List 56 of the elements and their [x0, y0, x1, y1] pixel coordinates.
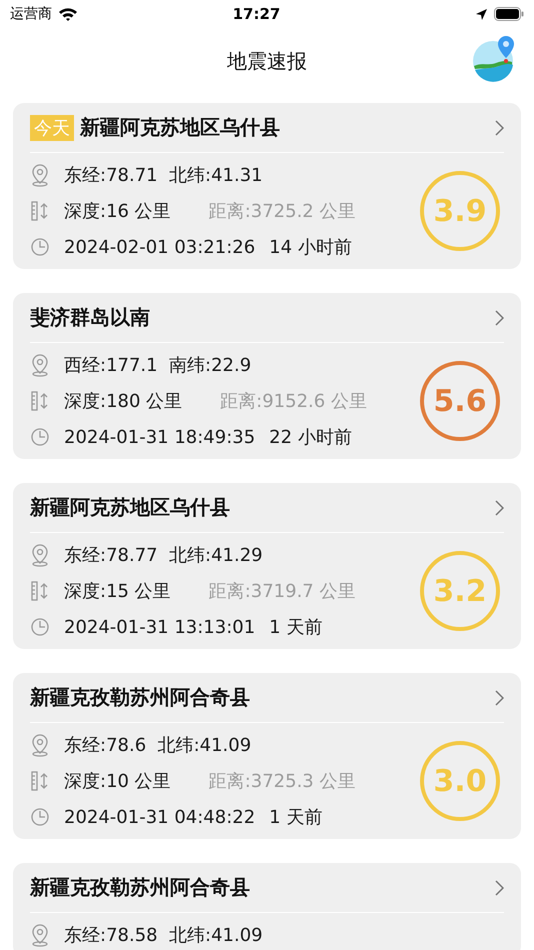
magnitude: 3.0: [433, 764, 487, 798]
quake-location: 新疆克孜勒苏州阿合奇县: [30, 684, 251, 711]
page-title: 地震速报: [227, 48, 307, 75]
wifi-icon: [58, 7, 78, 21]
time-ago: 14 小时前: [269, 236, 352, 259]
quake-time: 2024-01-31 04:48:22: [64, 806, 256, 828]
distance: 距离:3725.2 公里: [208, 200, 356, 223]
distance: 距离:3725.3 公里: [208, 770, 356, 793]
time-ago: 1 天前: [269, 806, 322, 829]
depth-ruler-icon: [30, 769, 50, 793]
earthquake-card[interactable]: 斐济群岛以南 西经:177.1 南纬:22.9 深度:180 公里 距离:9152.6 公里 2024-01-31 18:49:35 22 小时前 5.6: [13, 293, 521, 459]
location-pin-icon: [30, 733, 50, 757]
location-arrow-icon: [475, 8, 488, 20]
coordinates: 东经:78.6 北纬:41.09: [64, 734, 252, 757]
earthquake-card[interactable]: 今天 新疆阿克苏地区乌什县 东经:78.71 北纬:41.31 深度:16 公里 距离:3725.2 公里 2024-02-01 03:21:26 14 小时前 3.9: [13, 103, 521, 269]
coordinates: 东经:78.58 北纬:41.09: [64, 924, 263, 947]
depth: 深度:180 公里: [64, 390, 182, 413]
depth: 深度:15 公里: [64, 580, 171, 603]
quake-time: 2024-02-01 03:21:26: [64, 236, 256, 258]
time-ago: 1 天前: [269, 616, 322, 639]
quake-location: 新疆阿克苏地区乌什县: [30, 494, 231, 521]
chevron-right-icon: [494, 880, 504, 896]
location-pin-icon: [30, 543, 50, 567]
depth-ruler-icon: [30, 389, 50, 413]
depth-ruler-icon: [30, 199, 50, 223]
distance: 距离:9152.6 公里: [220, 390, 367, 413]
today-badge: 今天: [30, 114, 74, 140]
earthquake-card[interactable]: 新疆克孜勒苏州阿合奇县 东经:78.6 北纬:41.09 深度:10 公里 距离:3725.3 公里 2024-01-31 04:48:22 1 天前 3.0: [13, 673, 521, 839]
coordinates: 西经:177.1 南纬:22.9: [64, 354, 252, 377]
chevron-right-icon: [494, 310, 504, 326]
magnitude: 3.9: [433, 194, 487, 228]
coordinates: 东经:78.71 北纬:41.31: [64, 164, 263, 187]
quake-time: 2024-01-31 13:13:01: [64, 616, 256, 638]
quake-location: 新疆克孜勒苏州阿合奇县: [30, 874, 251, 901]
earthquake-card[interactable]: 新疆克孜勒苏州阿合奇县 东经:78.58 北纬:41.09: [13, 863, 521, 950]
quake-time: 2024-01-31 18:49:35: [64, 426, 256, 448]
location-pin-icon: [30, 353, 50, 377]
location-pin-icon: [30, 163, 50, 187]
magnitude: 5.6: [433, 384, 487, 418]
quake-location: 斐济群岛以南: [30, 304, 151, 331]
earthquake-card[interactable]: 新疆阿克苏地区乌什县 东经:78.77 北纬:41.29 深度:15 公里 距离:3719.7 公里 2024-01-31 13:13:01 1 天前 3.2: [13, 483, 521, 649]
chevron-right-icon: [494, 690, 504, 706]
time-ago: 22 小时前: [269, 426, 352, 449]
chevron-right-icon: [494, 500, 504, 516]
carrier-name: 运营商: [10, 5, 52, 23]
status-time: 17:27: [232, 5, 282, 23]
distance: 距离:3719.7 公里: [208, 580, 356, 603]
depth: 深度:10 公里: [64, 770, 171, 793]
depth: 深度:16 公里: [64, 200, 171, 223]
magnitude: 3.2: [433, 574, 487, 608]
chevron-right-icon: [494, 120, 504, 136]
quake-location: 新疆阿克苏地区乌什县: [80, 114, 281, 141]
battery-icon: [494, 7, 524, 21]
depth-ruler-icon: [30, 579, 50, 603]
coordinates: 东经:78.77 北纬:41.29: [64, 544, 263, 567]
location-pin-icon: [30, 923, 50, 947]
